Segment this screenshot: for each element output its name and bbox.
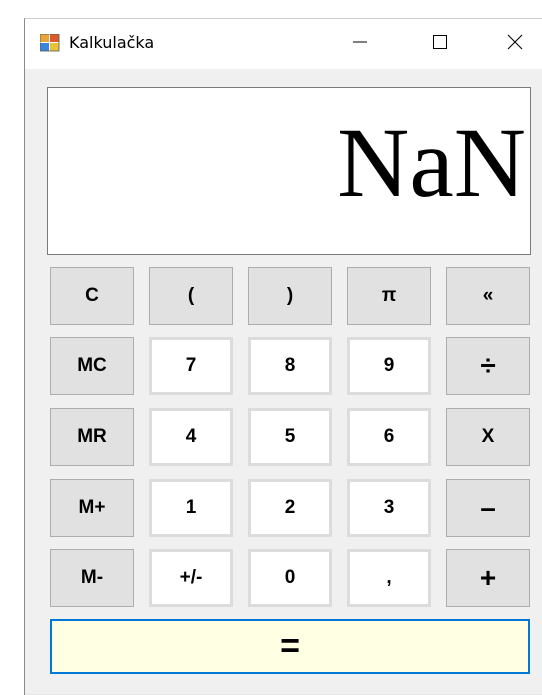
result-display: NaN — [47, 87, 531, 255]
minimize-button[interactable] — [330, 19, 390, 69]
window-title: Kalkulačka — [69, 33, 155, 52]
digit-7-button[interactable]: 7 — [149, 337, 233, 395]
digit-1-button[interactable]: 1 — [149, 479, 233, 537]
toggle-sign-button[interactable]: +/- — [149, 549, 233, 607]
decimal-comma-button[interactable]: , — [347, 549, 431, 607]
clear-button[interactable]: C — [50, 267, 134, 325]
digit-0-button[interactable]: 0 — [248, 549, 332, 607]
digit-9-button[interactable]: 9 — [347, 337, 431, 395]
close-icon — [507, 34, 523, 55]
equals-button[interactable]: = — [50, 619, 530, 674]
memory-clear-button[interactable]: MC — [50, 337, 134, 395]
calculator-window: Kalkulačka NaN C ( ) π « MC 7 8 9 ÷ MR 4… — [24, 18, 542, 695]
display-value: NaN — [337, 107, 526, 218]
close-button[interactable] — [485, 19, 542, 69]
divide-button[interactable]: ÷ — [446, 337, 530, 395]
pi-button[interactable]: π — [347, 267, 431, 325]
minimize-icon — [353, 35, 367, 54]
digit-8-button[interactable]: 8 — [248, 337, 332, 395]
digit-3-button[interactable]: 3 — [347, 479, 431, 537]
add-button[interactable]: + — [446, 549, 530, 607]
memory-recall-button[interactable]: MR — [50, 408, 134, 466]
backspace-button[interactable]: « — [446, 267, 530, 325]
application-icon — [39, 33, 60, 52]
maximize-button[interactable] — [410, 19, 470, 69]
digit-4-button[interactable]: 4 — [149, 408, 233, 466]
digit-5-button[interactable]: 5 — [248, 408, 332, 466]
memory-subtract-button[interactable]: M- — [50, 549, 134, 607]
multiply-button[interactable]: X — [446, 408, 530, 466]
maximize-icon — [433, 34, 447, 54]
title-bar[interactable]: Kalkulačka — [25, 19, 542, 69]
digit-2-button[interactable]: 2 — [248, 479, 332, 537]
close-paren-button[interactable]: ) — [248, 267, 332, 325]
open-paren-button[interactable]: ( — [149, 267, 233, 325]
memory-add-button[interactable]: M+ — [50, 479, 134, 537]
digit-6-button[interactable]: 6 — [347, 408, 431, 466]
subtract-button[interactable]: – — [446, 479, 530, 537]
